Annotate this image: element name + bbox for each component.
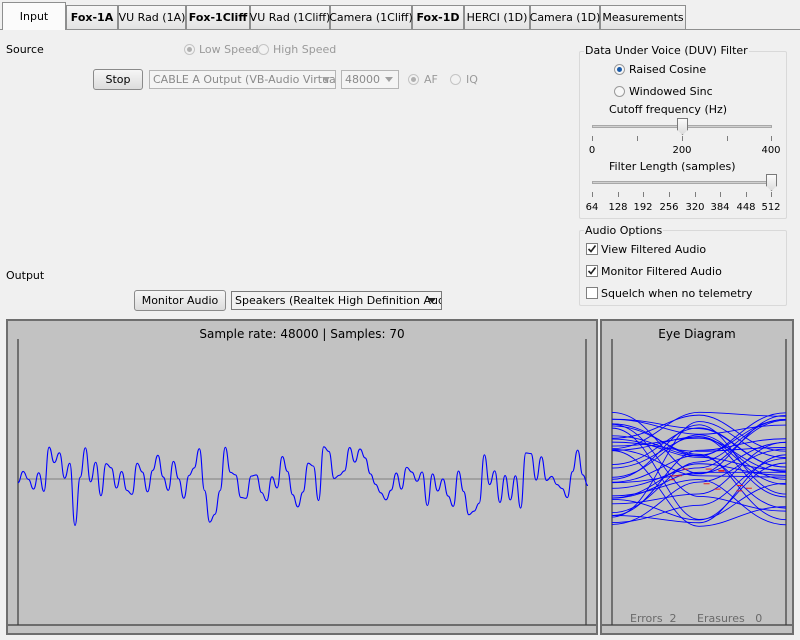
tab-label: Fox-1Cliff bbox=[188, 11, 248, 24]
eye-trace bbox=[611, 448, 787, 525]
source-device-value: CABLE A Output (VB-Audio Virtua bbox=[153, 73, 336, 86]
chevron-down-icon bbox=[320, 71, 332, 88]
tab-label: Input bbox=[19, 10, 49, 23]
tab-bar-divider bbox=[0, 29, 800, 30]
monitor-filtered-audio-checkbox[interactable] bbox=[586, 265, 598, 277]
output-device-value: Speakers (Realtek High Definition Audio) bbox=[235, 294, 442, 307]
tab-bar: Input Fox-1A VU Rad (1A) Fox-1Cliff VU R… bbox=[0, 0, 800, 30]
sample-rate-value: 48000 bbox=[345, 73, 380, 86]
monitor-audio-button[interactable]: Monitor Audio bbox=[134, 290, 226, 311]
windowed-sinc-radio[interactable] bbox=[614, 86, 625, 97]
radio-dot bbox=[187, 47, 192, 52]
low-speed-radio[interactable] bbox=[184, 44, 195, 55]
eye-trace bbox=[611, 462, 787, 521]
monitor-filtered-audio-label: Monitor Filtered Audio bbox=[601, 265, 722, 278]
tab-label: Camera (1Cliff) bbox=[329, 11, 413, 24]
slider-tick bbox=[746, 192, 747, 197]
raised-cosine-radio[interactable] bbox=[614, 64, 625, 75]
tab-herci-1d[interactable]: HERCI (1D) bbox=[464, 5, 530, 29]
tab-camera-1cliff[interactable]: Camera (1Cliff) bbox=[329, 5, 413, 29]
tab-fox-1a[interactable]: Fox-1A bbox=[66, 5, 118, 29]
cutoff-tick-label: 200 bbox=[672, 145, 692, 156]
slider-tick bbox=[618, 192, 619, 197]
eye-traces bbox=[611, 411, 787, 527]
slider-tick bbox=[682, 136, 683, 141]
audio-waveform-line bbox=[17, 446, 589, 527]
tab-label: Measurements bbox=[602, 11, 684, 24]
audio-options-title: Audio Options bbox=[584, 224, 664, 237]
af-radio[interactable] bbox=[408, 74, 419, 85]
slider-tick bbox=[643, 192, 644, 197]
tab-fox-1cliff[interactable]: Fox-1Cliff bbox=[186, 5, 250, 29]
errors-value: 2 bbox=[669, 612, 677, 625]
windowed-sinc-label: Windowed Sinc bbox=[629, 85, 713, 98]
audio-waveform-plot bbox=[8, 339, 596, 626]
slider-tick bbox=[637, 136, 638, 141]
filter-length-slider-track[interactable] bbox=[592, 181, 772, 184]
errors-label: Errors 2 bbox=[630, 612, 677, 625]
tab-label: VU Rad (1Cliff) bbox=[249, 11, 331, 24]
high-speed-label: High Speed bbox=[273, 43, 337, 56]
iq-label: IQ bbox=[466, 73, 478, 86]
cutoff-tick-label: 400 bbox=[761, 145, 781, 156]
low-speed-label: Low Speed bbox=[199, 43, 259, 56]
cutoff-tick-label: 0 bbox=[588, 145, 596, 156]
eye-diagram-panel: Eye Diagram Errors 2 Erasures 0 bbox=[600, 319, 794, 635]
sample-rate-select[interactable]: 48000 bbox=[341, 70, 399, 89]
source-label: Source bbox=[6, 43, 44, 56]
stop-button[interactable]: Stop bbox=[93, 69, 143, 90]
chevron-down-icon bbox=[383, 71, 395, 88]
tab-label: Fox-1A bbox=[70, 11, 114, 24]
check-icon bbox=[587, 267, 597, 275]
duv-filter-title: Data Under Voice (DUV) Filter bbox=[584, 44, 749, 57]
view-filtered-audio-label: View Filtered Audio bbox=[601, 243, 707, 256]
check-icon bbox=[587, 245, 597, 253]
raised-cosine-label: Raised Cosine bbox=[629, 63, 707, 76]
slider-tick bbox=[592, 136, 593, 141]
squelch-label: Squelch when no telemetry bbox=[601, 287, 753, 300]
slider-tick bbox=[669, 192, 670, 197]
eye-diagram-plot bbox=[602, 339, 792, 626]
tab-label: Fox-1D bbox=[416, 11, 460, 24]
slider-tick bbox=[771, 192, 772, 197]
cutoff-frequency-label: Cutoff frequency (Hz) bbox=[609, 103, 728, 116]
high-speed-radio[interactable] bbox=[258, 44, 269, 55]
output-label: Output bbox=[6, 269, 45, 282]
erasures-value: 0 bbox=[755, 612, 763, 625]
slider-tick bbox=[592, 192, 593, 197]
filter-length-label: Filter Length (samples) bbox=[609, 160, 736, 173]
slider-tick bbox=[695, 192, 696, 197]
tab-fox-1d[interactable]: Fox-1D bbox=[412, 5, 464, 29]
slider-tick bbox=[727, 136, 728, 141]
tab-measurements[interactable]: Measurements bbox=[600, 5, 686, 29]
af-label: AF bbox=[424, 73, 438, 86]
audio-waveform-panel: Sample rate: 48000 | Samples: 70 bbox=[6, 319, 598, 635]
tab-label: VU Rad (1A) bbox=[118, 11, 186, 24]
radio-dot bbox=[617, 67, 622, 72]
errors-label-text: Errors bbox=[630, 612, 663, 625]
slider-tick bbox=[771, 136, 772, 141]
iq-radio[interactable] bbox=[450, 74, 461, 85]
erasures-label-text: Erasures bbox=[697, 612, 745, 625]
view-filtered-audio-checkbox[interactable] bbox=[586, 243, 598, 255]
tab-label: HERCI (1D) bbox=[466, 11, 528, 24]
chevron-down-icon bbox=[426, 292, 438, 309]
tab-label: Camera (1D) bbox=[529, 11, 601, 24]
monitor-audio-button-label: Monitor Audio bbox=[141, 294, 219, 307]
squelch-checkbox[interactable] bbox=[586, 287, 598, 299]
radio-dot bbox=[411, 77, 416, 82]
tab-vu-rad-1cliff[interactable]: VU Rad (1Cliff) bbox=[250, 5, 330, 29]
tab-camera-1d[interactable]: Camera (1D) bbox=[530, 5, 600, 29]
duv-filter-group bbox=[579, 51, 787, 219]
slider-tick bbox=[720, 192, 721, 197]
tab-vu-rad-1a[interactable]: VU Rad (1A) bbox=[118, 5, 186, 29]
tab-input[interactable]: Input bbox=[2, 2, 66, 30]
output-device-select[interactable]: Speakers (Realtek High Definition Audio) bbox=[231, 291, 442, 310]
source-device-select[interactable]: CABLE A Output (VB-Audio Virtua bbox=[149, 70, 336, 89]
erasures-label: Erasures 0 bbox=[697, 612, 762, 625]
stop-button-label: Stop bbox=[105, 73, 131, 86]
length-tick-label: 512 bbox=[761, 202, 781, 213]
